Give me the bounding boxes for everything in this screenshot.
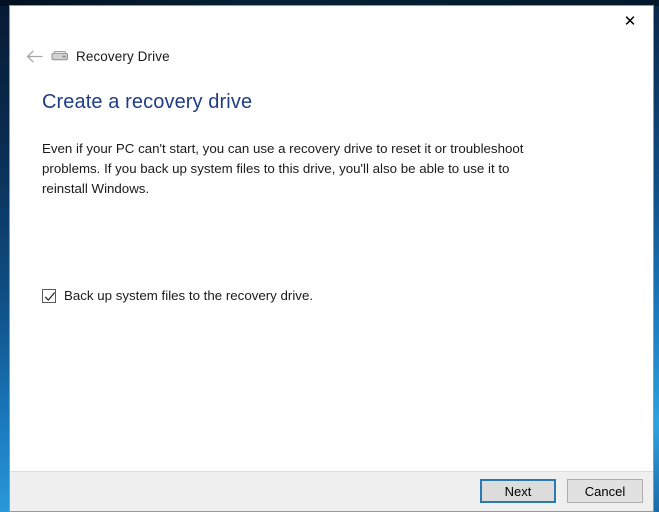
- window-titlebar: ✕: [10, 6, 653, 37]
- recovery-drive-window: ✕ Recovery Drive Create a recovery drive…: [9, 5, 654, 512]
- close-icon[interactable]: ✕: [607, 6, 653, 36]
- check-icon: [44, 291, 55, 301]
- footer-button-group: Next Cancel: [480, 479, 643, 503]
- dialog-footer: Next Cancel: [10, 471, 653, 511]
- page-title: Create a recovery drive: [42, 91, 253, 113]
- navigation-row: Recovery Drive: [10, 44, 653, 68]
- description-text: Even if your PC can't start, you can use…: [42, 141, 524, 196]
- cancel-button[interactable]: Cancel: [567, 479, 643, 503]
- next-button[interactable]: Next: [480, 479, 556, 503]
- close-glyph: ✕: [623, 11, 637, 30]
- hard-drive-icon: [51, 49, 69, 63]
- checkbox-box[interactable]: [42, 288, 56, 303]
- content-area: Create a recovery drive Even if your PC …: [10, 68, 653, 472]
- back-arrow-icon[interactable]: [19, 44, 49, 68]
- checkbox-label: Back up system files to the recovery dri…: [64, 288, 314, 303]
- nav-title: Recovery Drive: [76, 48, 170, 64]
- backup-system-files-checkbox[interactable]: Back up system files to the recovery dri…: [42, 288, 313, 303]
